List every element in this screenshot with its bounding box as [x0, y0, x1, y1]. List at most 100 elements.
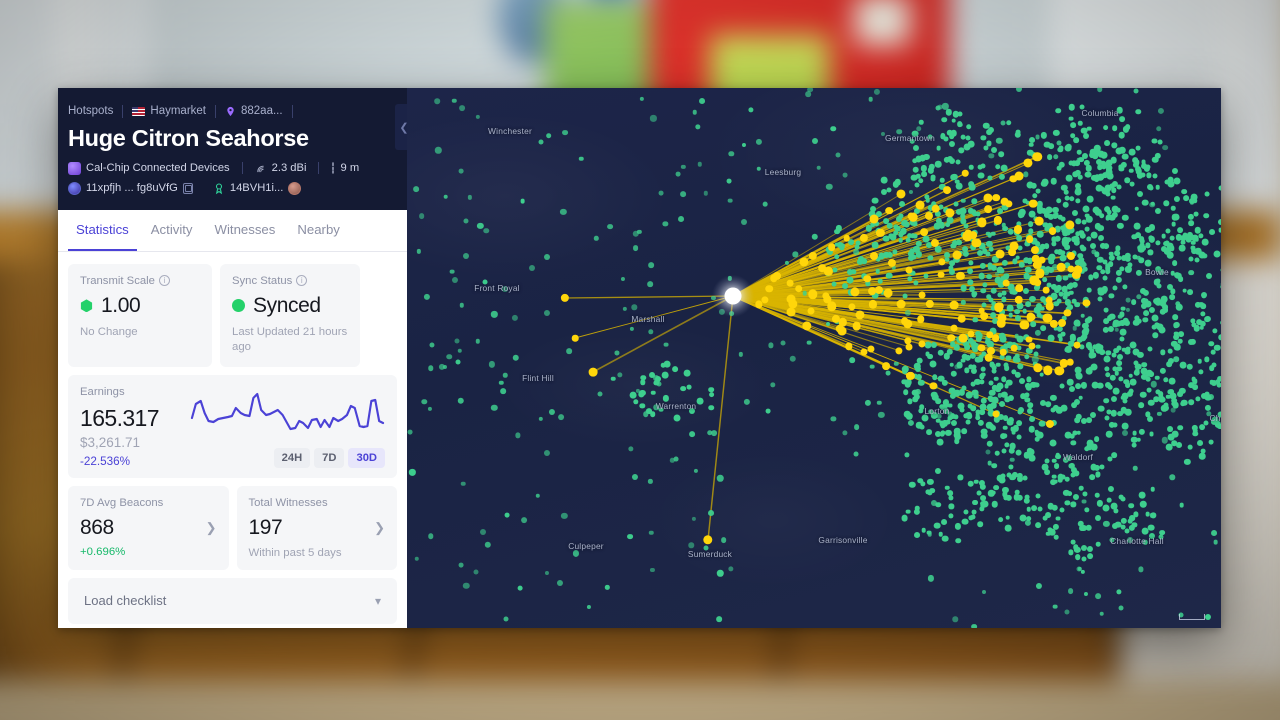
witness-dot-green — [989, 361, 995, 367]
earnings-usd: $3,261.71 — [80, 434, 141, 450]
witness-dot-green — [1005, 515, 1010, 520]
info-icon[interactable]: i — [296, 275, 308, 287]
witness-dot-green — [965, 419, 971, 425]
witness-dot-green — [1106, 210, 1112, 215]
witness-dot-green — [1110, 195, 1116, 200]
witness-dot-green — [1171, 222, 1176, 227]
witness-dot-green — [1138, 402, 1144, 408]
witness-dot-green — [1005, 379, 1013, 386]
witness-dot-green — [1180, 399, 1188, 407]
owner-address[interactable]: 11xpfjh ... fg8uVfG — [68, 181, 205, 195]
witness-dot-green — [1111, 125, 1118, 132]
witness-dot-green — [915, 125, 922, 132]
tab-activity[interactable]: Activity — [143, 210, 201, 251]
witness-dot-green — [680, 385, 687, 392]
witness-dot-green — [966, 413, 973, 419]
witness-dot-green — [1050, 178, 1057, 185]
witness-dot-green — [973, 479, 979, 485]
witness-dot-green — [648, 262, 655, 269]
witness-dot-green — [1086, 195, 1094, 203]
witness-dot-yellow — [852, 321, 861, 331]
witness-dot-green — [708, 405, 714, 411]
witness-dot-green — [1005, 119, 1012, 126]
witness-dot-green — [967, 403, 973, 409]
witness-dot-green — [956, 239, 963, 246]
witness-dot-yellow — [1045, 296, 1053, 304]
witness-dot-green — [951, 118, 957, 124]
witness-dot-green — [1108, 251, 1114, 257]
total-witnesses-card[interactable]: Total Witnesses 197 Within past 5 days ❯ — [236, 485, 397, 570]
witness-dot-green — [1027, 402, 1033, 409]
witness-dot-green — [1099, 290, 1105, 296]
witness-dot-green — [1203, 212, 1210, 219]
witness-dot-green — [1079, 485, 1084, 491]
witness-dot-green — [1114, 250, 1121, 257]
witness-dot-green — [1125, 297, 1131, 303]
witness-dot-green — [412, 186, 419, 192]
witness-dot-green — [1000, 164, 1008, 172]
witness-dot-green — [846, 276, 854, 284]
witness-dot-green — [1102, 124, 1109, 131]
witness-dot-green — [921, 528, 926, 533]
range-30d[interactable]: 30D — [348, 447, 385, 468]
info-icon[interactable]: i — [158, 275, 170, 287]
witness-dot-green — [967, 480, 974, 487]
witness-dot-green — [925, 198, 931, 203]
witness-dot-yellow — [1058, 319, 1067, 328]
tab-nearby[interactable]: Nearby — [289, 210, 348, 251]
tab-statistics[interactable]: Statistics — [68, 210, 137, 251]
tab-witnesses[interactable]: Witnesses — [207, 210, 284, 251]
witness-dot-green — [877, 279, 883, 284]
witness-dot-green — [991, 501, 999, 508]
hotspot-map[interactable]: Winchester Front Royal Marshall Flint Hill W… — [407, 88, 1221, 628]
load-checklist-button[interactable]: Load checklist ▾ — [68, 577, 397, 624]
breadcrumb-item-haymarket[interactable]: Haymarket — [123, 105, 215, 117]
witness-dot-green — [529, 265, 536, 272]
witness-dot-green — [672, 366, 678, 373]
witness-dot-green — [1167, 348, 1173, 354]
witness-dot-green — [1068, 290, 1074, 295]
witness-dot-green — [1090, 232, 1098, 239]
witness-dot-green — [473, 569, 479, 575]
witness-dot-green — [545, 132, 552, 139]
witness-dot-green — [1171, 213, 1179, 221]
witness-dot-green — [1218, 185, 1221, 191]
witness-dot-green — [1041, 463, 1049, 471]
witness-dot-green — [1082, 133, 1089, 140]
witness-dot-green — [1048, 143, 1054, 150]
beacons-card[interactable]: 7D Avg Beacons 868 +0.696% ❯ — [68, 485, 229, 570]
witness-dot-green — [1039, 372, 1045, 378]
breadcrumb-item-hotspots[interactable]: Hotspots — [68, 105, 122, 117]
witness-dot-yellow — [1073, 341, 1081, 349]
hotspot-marker[interactable] — [724, 287, 742, 305]
witness-dot-green — [1035, 522, 1042, 528]
witness-dot-green — [956, 121, 963, 127]
witness-dot-green — [1135, 255, 1141, 261]
witness-dot-green — [1027, 221, 1034, 228]
witness-dot-green — [849, 357, 856, 363]
witness-dot-green — [1138, 491, 1146, 499]
witness-dot-green — [1188, 256, 1194, 262]
witness-dot-green — [1167, 284, 1174, 291]
copy-icon[interactable] — [182, 182, 193, 194]
map-label: Flint Hill — [522, 373, 554, 383]
witness-dot-green — [1025, 301, 1032, 308]
witness-dot-green — [963, 223, 969, 229]
witness-dot-green — [1124, 408, 1132, 416]
witness-dot-green — [1058, 336, 1063, 342]
maker-address[interactable]: 14BVH1i... — [205, 181, 313, 195]
witness-dot-green — [901, 514, 908, 522]
witness-dot-green — [831, 281, 837, 287]
witness-dot-green — [458, 168, 464, 174]
witness-dot-green — [1030, 505, 1037, 512]
range-24h[interactable]: 24H — [273, 447, 311, 468]
witness-dot-green — [1061, 240, 1066, 245]
witness-dot-green — [1076, 430, 1081, 435]
witness-dot-green — [807, 88, 814, 93]
witness-dot-green — [455, 359, 461, 365]
witness-dot-green — [1161, 144, 1168, 151]
total-witnesses-value: 197 — [248, 515, 283, 539]
breadcrumb-item-address[interactable]: 882aa... — [216, 105, 292, 117]
witness-dot-green — [1220, 267, 1221, 273]
range-7d[interactable]: 7D — [314, 447, 345, 468]
